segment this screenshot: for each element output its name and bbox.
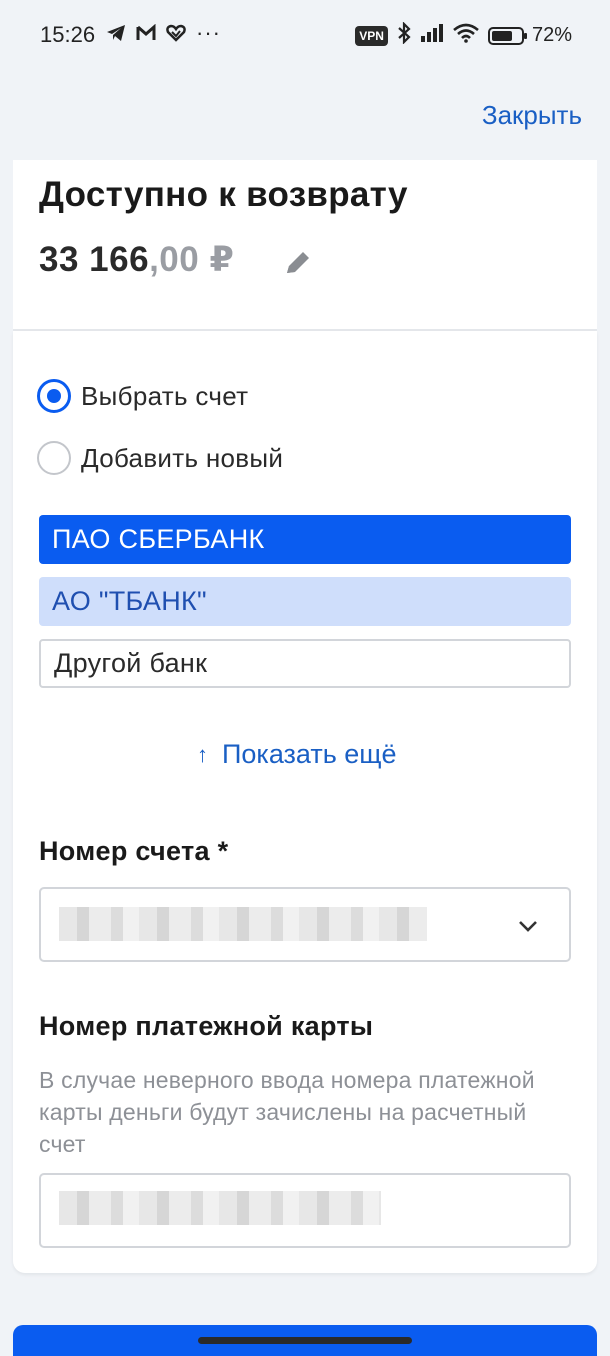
notification-icons: ··· <box>106 20 221 45</box>
bank-option-other[interactable]: Другой банк <box>39 639 571 688</box>
radio-button-checked[interactable] <box>37 379 71 413</box>
radio-select-account[interactable]: Выбрать счет <box>37 379 248 413</box>
chevron-down-icon[interactable] <box>517 915 539 937</box>
wifi-icon <box>452 23 480 48</box>
telegram-icon <box>106 24 126 42</box>
home-indicator[interactable] <box>198 1337 412 1344</box>
refund-amount-integer: 33 166 <box>39 240 150 279</box>
vpn-badge: VPN <box>355 25 388 46</box>
account-number-label: Номер счета * <box>39 836 229 866</box>
card-number-label: Номер платежной карты <box>39 1011 374 1041</box>
battery-percent: 72% <box>531 24 572 46</box>
status-time: 15:26 <box>40 22 96 47</box>
status-bar: 15:26 ··· VPN 72% <box>0 0 610 70</box>
radio-label: Добавить новый <box>81 442 284 473</box>
card-number-hint: В случае неверного ввода номера платежно… <box>39 1067 535 1157</box>
bluetooth-icon <box>396 21 412 49</box>
masked-account-value <box>59 907 427 941</box>
battery-icon <box>487 26 527 45</box>
close-button[interactable]: Закрыть <box>482 100 582 131</box>
arrow-up-icon: ↑ <box>197 741 208 767</box>
bank-option-tbank[interactable]: АО "ТБАНК" <box>39 577 571 626</box>
show-more-link[interactable]: ↑ Показать ещё <box>197 739 397 770</box>
more-notifications-indicator: ··· <box>196 20 221 45</box>
refund-details-card: Выбрать счет Добавить новый ПАО СБЕРБАНК… <box>13 331 597 1273</box>
radio-add-new[interactable]: Добавить новый <box>37 441 283 475</box>
card-number-input[interactable] <box>39 1173 571 1248</box>
page-title: Доступно к возврату <box>39 175 408 214</box>
refund-amount-decimals: ,00 ₽ <box>149 240 235 279</box>
app-heart-icon <box>166 24 186 42</box>
masked-card-value <box>59 1191 381 1225</box>
refund-amount: 33 166,00 ₽ <box>39 240 234 280</box>
system-icons: VPN 72% <box>355 21 572 49</box>
radio-button[interactable] <box>37 441 71 475</box>
gmail-icon <box>136 24 156 42</box>
radio-label: Выбрать счет <box>81 380 249 411</box>
refund-summary-card: Доступно к возврату 33 166,00 ₽ <box>13 160 597 330</box>
edit-amount-pencil-icon[interactable] <box>281 246 315 280</box>
show-more-label: Показать ещё <box>222 739 397 769</box>
signal-icon <box>420 23 444 48</box>
account-number-select[interactable] <box>39 887 571 962</box>
bank-option-sberbank[interactable]: ПАО СБЕРБАНК <box>39 515 571 564</box>
